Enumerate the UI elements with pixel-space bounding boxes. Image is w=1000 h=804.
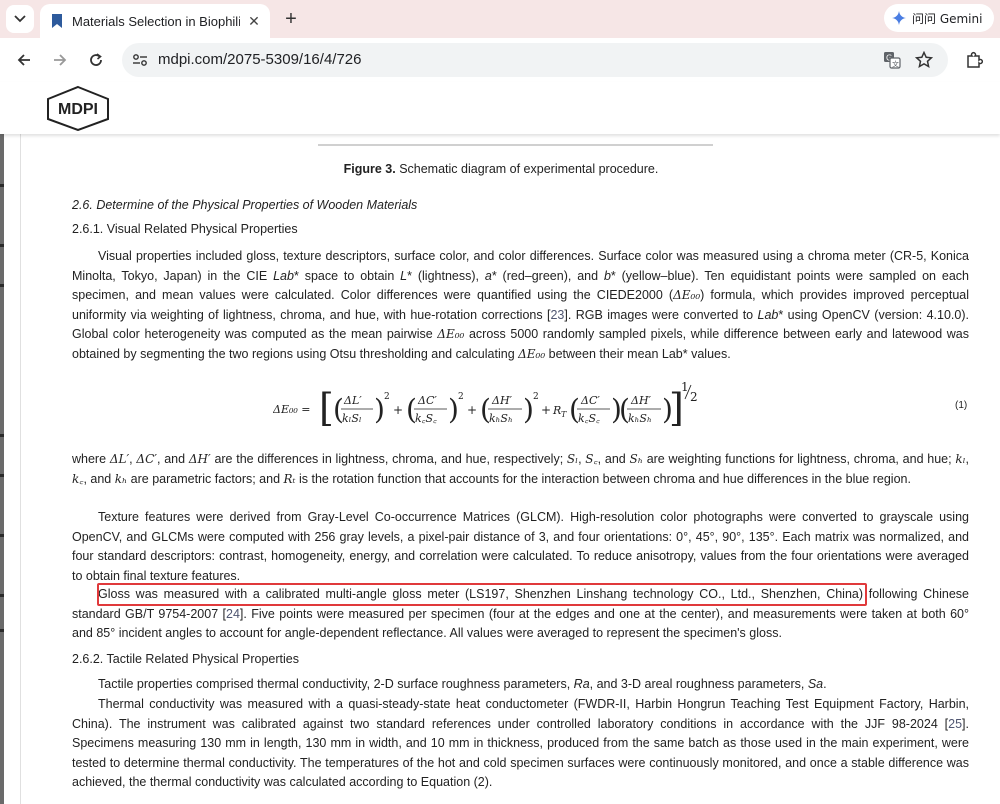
equation-number: (1) — [955, 400, 968, 411]
svg-text:ΔL′: ΔL′ — [343, 394, 362, 407]
figure-label: Figure 3. — [343, 162, 396, 176]
url-text[interactable]: mdpi.com/2075-5309/16/4/726 — [158, 51, 361, 68]
site-info-button[interactable] — [128, 48, 152, 72]
svg-text:kₕSₕ: kₕSₕ — [489, 412, 513, 425]
reference-link-23[interactable]: 23 — [550, 308, 564, 322]
back-icon — [17, 54, 30, 66]
gemini-label: 问问 Gemini — [912, 11, 983, 26]
svg-text:2: 2 — [384, 392, 390, 402]
equation-lhs: ΔE₀₀ = — [273, 403, 311, 416]
left-window-edge — [0, 134, 4, 804]
tab-search-button[interactable] — [6, 5, 34, 33]
where-paragraph: where ΔL′, ΔC′, and ΔH′ are the differen… — [72, 452, 970, 486]
browser-window: Materials Selection in Biophilic ✕ + 问问 … — [0, 0, 1000, 804]
translate-icon: G文 — [884, 52, 901, 69]
address-bar[interactable]: mdpi.com/2075-5309/16/4/726 G文 — [122, 43, 948, 77]
back-button[interactable] — [10, 46, 38, 74]
svg-text:2: 2 — [690, 390, 698, 404]
svg-text:1: 1 — [681, 380, 689, 394]
equation-ciede2000: ΔE₀₀ = [ ( ΔL′ kₗSₗ ) 2 + ( ΔC′ k꜀S꜀ ) 2… — [273, 380, 698, 430]
section-heading: 2.6. Determine of the Physical Propertie… — [72, 198, 418, 212]
forward-button[interactable] — [46, 46, 74, 74]
svg-text:文: 文 — [892, 60, 899, 69]
subsection-heading-tactile: 2.6.2. Tactile Related Physical Properti… — [72, 652, 299, 666]
article-content: Figure 3. Schematic diagram of experimen… — [20, 134, 1000, 804]
svg-text:2: 2 — [458, 392, 464, 402]
gemini-button[interactable]: 问问 Gemini — [884, 4, 994, 32]
figure-frame-edge — [318, 144, 713, 146]
svg-text:k꜀S꜀: k꜀S꜀ — [415, 412, 437, 425]
svg-text:R: R — [552, 404, 561, 417]
browser-toolbar: mdpi.com/2075-5309/16/4/726 G文 — [0, 38, 1000, 82]
svg-text:k꜀S꜀: k꜀S꜀ — [578, 412, 600, 425]
mdpi-logo[interactable]: MDPI — [44, 85, 112, 131]
tab-strip: Materials Selection in Biophilic ✕ + 问问 … — [0, 0, 1000, 38]
svg-text:ΔC′: ΔC′ — [580, 394, 600, 407]
reload-icon — [90, 53, 102, 66]
extensions-button[interactable] — [960, 46, 988, 74]
svg-text:ΔH′: ΔH′ — [491, 394, 513, 407]
bookmark-star-button[interactable] — [912, 48, 936, 72]
forward-icon — [54, 54, 67, 66]
gemini-icon — [892, 11, 906, 25]
svg-text:+: + — [467, 403, 477, 417]
reload-button[interactable] — [82, 46, 110, 74]
tactile-intro-paragraph: Tactile properties comprised thermal con… — [98, 677, 827, 691]
tab-title: Materials Selection in Biophilic — [72, 13, 240, 29]
tab-list-icon — [14, 15, 26, 23]
translate-button[interactable]: G文 — [880, 48, 904, 72]
bookmark-star-icon — [915, 51, 933, 68]
svg-text:T: T — [561, 410, 567, 419]
visual-properties-paragraph: Visual properties included gloss, textur… — [72, 249, 970, 361]
svg-text:+: + — [393, 403, 403, 417]
thermal-conductivity-paragraph: Thermal conductivity was measured with a… — [72, 697, 969, 790]
active-tab[interactable]: Materials Selection in Biophilic ✕ — [40, 4, 270, 38]
favicon-bookmark-icon — [52, 14, 62, 28]
svg-text:2: 2 — [533, 392, 539, 402]
svg-text:ΔH′: ΔH′ — [630, 394, 652, 407]
texture-paragraph: Texture features were derived from Gray-… — [72, 510, 969, 583]
highlight-annotation-box — [97, 583, 867, 606]
subsection-heading-visual: 2.6.1. Visual Related Physical Propertie… — [72, 222, 298, 236]
reference-link-25[interactable]: 25 — [948, 717, 962, 731]
svg-text:ΔC′: ΔC′ — [417, 394, 437, 407]
svg-text:kₕSₕ: kₕSₕ — [628, 412, 652, 425]
reference-link-24[interactable]: 24 — [226, 607, 240, 621]
logo-text: MDPI — [58, 101, 98, 118]
figure-caption-text: Schematic diagram of experimental proced… — [395, 162, 659, 176]
site-info-icon — [133, 54, 147, 66]
site-header: MDPI — [0, 82, 1000, 134]
svg-text:kₗSₗ: kₗSₗ — [342, 412, 362, 425]
svg-text:+: + — [541, 403, 551, 417]
figure-caption: Figure 3. Schematic diagram of experimen… — [1, 162, 1000, 176]
close-icon[interactable]: ✕ — [246, 13, 262, 29]
svg-text:[: [ — [319, 386, 334, 430]
extensions-icon — [967, 51, 983, 68]
new-tab-icon[interactable]: + — [278, 6, 304, 32]
